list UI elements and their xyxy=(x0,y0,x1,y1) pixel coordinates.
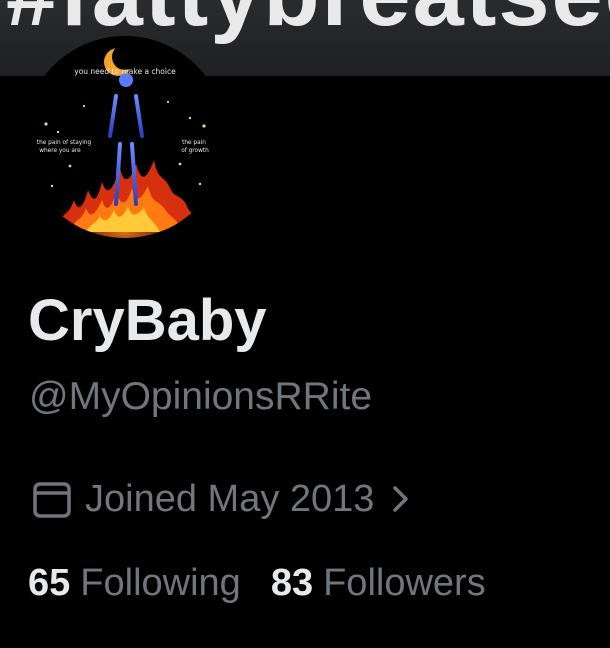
avatar-right-text-1: the pain xyxy=(182,140,206,146)
joined-date-text: Joined May 2013 xyxy=(85,477,375,520)
user-handle: @MyOpinionsRRite xyxy=(29,375,373,418)
followers-link[interactable]: 83 Followers xyxy=(271,562,486,605)
avatar[interactable]: you need to make a choice the pain of st… xyxy=(24,36,226,238)
avatar-right-text-2: of growth xyxy=(181,148,209,154)
following-count: 65 xyxy=(28,562,71,604)
followers-count: 83 xyxy=(270,562,314,604)
display-name: CryBaby xyxy=(28,288,267,353)
followers-label: Followers xyxy=(323,562,486,604)
profile-page: #fattybreatsecamshot xyxy=(0,0,610,648)
avatar-left-text-1: the pain of staying xyxy=(37,140,92,146)
joined-date-row[interactable]: Joined May 2013 xyxy=(30,474,414,524)
avatar-top-text: you need to make a choice xyxy=(74,67,176,76)
avatar-artwork: you need to make a choice the pain of st… xyxy=(24,36,226,238)
following-label: Following xyxy=(80,562,241,604)
following-link[interactable]: 65 Following xyxy=(28,562,241,605)
follow-stats: 65 Following 83 Followers xyxy=(28,562,516,612)
calendar-icon xyxy=(30,476,76,522)
chevron-right-icon xyxy=(390,481,414,517)
avatar-left-text-2: where you are xyxy=(39,148,81,154)
